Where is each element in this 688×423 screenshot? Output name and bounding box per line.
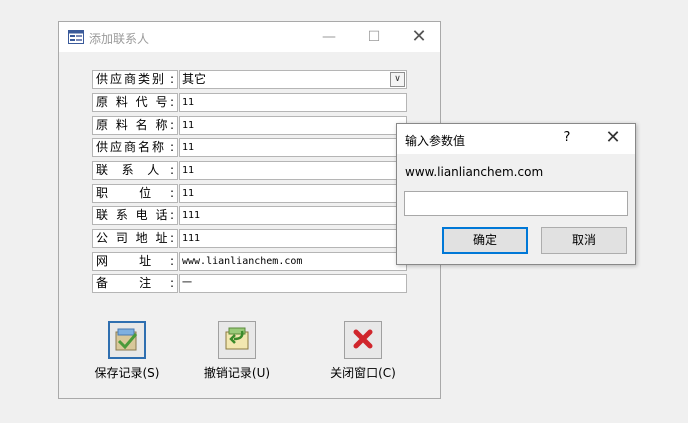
- dialog-title: 输入参数值: [405, 134, 466, 148]
- save-record-icon[interactable]: [108, 321, 146, 359]
- help-button[interactable]: ?: [557, 130, 577, 145]
- save-record-label: 保存记录(S): [94, 366, 160, 380]
- field-colon: :: [170, 186, 175, 200]
- undo-record-button[interactable]: 撤销记录(U): [177, 321, 297, 381]
- field-label: 联 系 电 话: [92, 206, 178, 225]
- field-colon: :: [170, 95, 175, 109]
- field-label: 原 料 代 号: [92, 93, 178, 112]
- dialog-titlebar[interactable]: 输入参数值 ? ✕: [397, 124, 635, 154]
- contact-person-input[interactable]: 11: [179, 161, 407, 180]
- dialog-close-button[interactable]: ✕: [602, 127, 624, 148]
- cancel-button[interactable]: 取消: [541, 227, 627, 254]
- select-value: 其它: [182, 72, 207, 86]
- field-colon: :: [170, 140, 175, 154]
- supplier-category-select[interactable]: 其它 ∨: [179, 70, 407, 89]
- material-name-input[interactable]: 11: [179, 116, 407, 135]
- window-titlebar[interactable]: 添加联系人 — ☐ ✕: [59, 22, 440, 52]
- material-code-input[interactable]: 11: [179, 93, 407, 112]
- field-label: 职 位: [92, 184, 178, 203]
- field-colon: :: [170, 208, 175, 222]
- field-colon: :: [170, 276, 175, 290]
- field-label: 备 注: [92, 274, 178, 293]
- field-colon: :: [170, 72, 175, 86]
- parameter-value-input[interactable]: [404, 191, 628, 216]
- close-window-label: 关闭窗口(C): [330, 366, 396, 380]
- close-window-button[interactable]: 关闭窗口(C): [303, 321, 423, 381]
- window-title: 添加联系人: [89, 32, 150, 46]
- field-label: 供应商类别: [92, 70, 178, 89]
- undo-record-label: 撤销记录(U): [203, 366, 271, 380]
- notes-input[interactable]: 一: [179, 274, 407, 293]
- dialog-prompt: www.lianlianchem.com: [405, 165, 544, 179]
- field-colon: :: [170, 231, 175, 245]
- field-label: 原 料 名 称: [92, 116, 178, 135]
- undo-record-icon[interactable]: [218, 321, 256, 359]
- form-app-icon: [68, 30, 84, 44]
- add-contact-window: 添加联系人 — ☐ ✕ 供应商类别 : 其它 ∨ 原 料 代 号 : 11 原 …: [58, 21, 441, 399]
- ok-button[interactable]: 确定: [442, 227, 528, 254]
- website-input[interactable]: www.lianlianchem.com: [179, 252, 407, 271]
- address-input[interactable]: 111: [179, 229, 407, 248]
- maximize-button[interactable]: ☐: [363, 26, 385, 48]
- close-button[interactable]: ✕: [408, 26, 430, 48]
- field-label: 公 司 地 址: [92, 229, 178, 248]
- field-label: 联 系 人: [92, 161, 178, 180]
- field-colon: :: [170, 163, 175, 177]
- field-label: 供应商名称: [92, 138, 178, 157]
- save-record-button[interactable]: 保存记录(S): [67, 321, 187, 381]
- field-label: 网 址: [92, 252, 178, 271]
- field-colon: :: [170, 254, 175, 268]
- minimize-button[interactable]: —: [318, 26, 340, 48]
- field-colon: :: [170, 118, 175, 132]
- position-input[interactable]: 11: [179, 184, 407, 203]
- phone-input[interactable]: 111: [179, 206, 407, 225]
- supplier-name-input[interactable]: 11: [179, 138, 407, 157]
- chevron-down-icon[interactable]: ∨: [390, 72, 405, 87]
- parameter-input-dialog: 输入参数值 ? ✕ www.lianlianchem.com 确定 取消: [396, 123, 636, 265]
- close-window-icon[interactable]: [344, 321, 382, 359]
